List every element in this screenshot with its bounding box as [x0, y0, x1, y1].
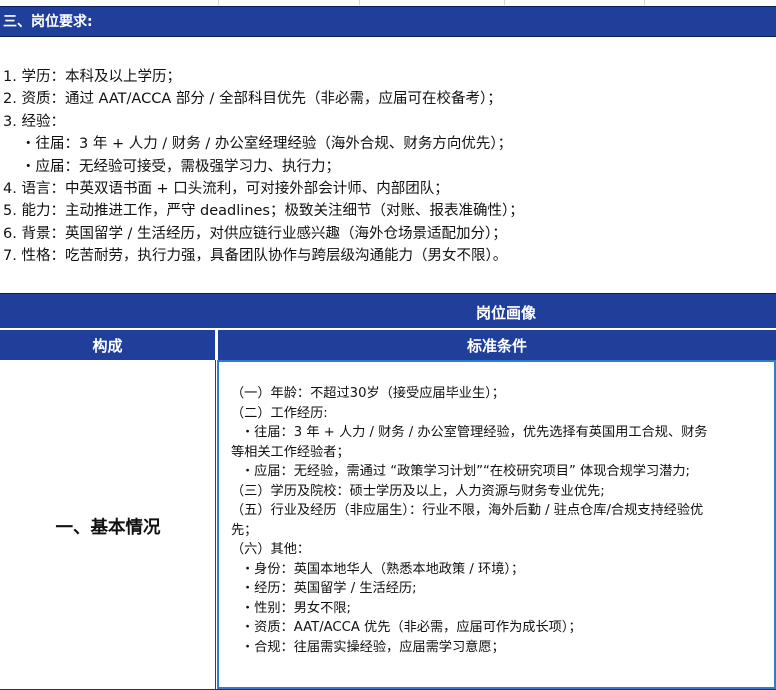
table-title: 岗位画像	[476, 304, 537, 322]
criteria-line: 等相关工作经验者；	[231, 444, 350, 460]
table-header-row: 构成 标准条件	[0, 328, 776, 360]
requirement-item: 3. 经验：	[3, 113, 65, 130]
requirements-list: 1. 学历：本科及以上学历； 2. 资质：通过 AAT/ACCA 部分 / 全部…	[3, 66, 773, 268]
criteria-line: （一）年龄：不超过30岁（接受应届毕业生）；	[231, 386, 505, 401]
criteria-line: ・往届：3 年 + 人力 / 财务 / 办公室管理经验，优先选择有英国用工合规、…	[241, 425, 708, 440]
section-header: 三、岗位要求:	[0, 6, 776, 37]
criteria-line: ・身份：英国本地华人（熟悉本地政策 / 环境）；	[241, 561, 525, 577]
row-label-cell[interactable]: 一、基本情况	[0, 360, 216, 690]
criteria-line: （六）其他：	[231, 542, 311, 557]
section-title: 三、岗位要求:	[3, 14, 93, 30]
column-header-composition: 构成	[92, 337, 123, 355]
criteria-line: ・性别：男女不限;	[241, 600, 351, 616]
criteria-line: ・资质：AAT/ACCA 优先（非必需，应届可作为成长项）；	[241, 620, 582, 635]
requirement-item: 6. 背景：英国留学 / 生活经历，对供应链行业感兴趣（海外仓场景适配加分）；	[3, 225, 507, 242]
criteria-line: （三）学历及院校：硕士学历及以上，人力资源与财务专业优先;	[231, 483, 605, 499]
requirement-item: 1. 学历：本科及以上学历；	[3, 69, 181, 85]
criteria-text: （一）年龄：不超过30岁（接受应届毕业生）； （二）工作经历: ・往届：3 年 …	[231, 384, 766, 657]
criteria-line: ・应届：无经验，需通过 “政策学习计划”“在校研究项目” 体现合规学习潜力;	[241, 464, 690, 479]
criteria-line: ・合规：往届需实操经验，应届需学习意愿；	[241, 639, 505, 655]
table-title-bar: 岗位画像	[0, 293, 776, 328]
spreadsheet-gridlines	[0, 0, 776, 5]
requirement-subitem: ・往届：3 年 + 人力 / 财务 / 办公室经理经验（海外合规、财务方向优先）…	[21, 136, 513, 153]
requirement-item: 5. 能力：主动推进工作，严守 deadlines；极致关注细节（对账、报表准确…	[3, 203, 524, 220]
criteria-line: （二）工作经历:	[231, 405, 328, 421]
criteria-cell[interactable]: （一）年龄：不超过30岁（接受应届毕业生）； （二）工作经历: ・往届：3 年 …	[217, 360, 776, 689]
criteria-line: 先；	[231, 522, 258, 538]
row-label: 一、基本情况	[55, 518, 161, 538]
column-header-criteria: 标准条件	[466, 337, 527, 355]
criteria-line: （五）行业及经历（非应届生）：行业不限，海外后勤 / 驻点仓库/合规支持经验优	[231, 503, 704, 518]
requirement-item: 2. 资质：通过 AAT/ACCA 部分 / 全部科目优先（非必需，应届可在校备…	[3, 91, 502, 108]
criteria-line: ・经历：英国留学 / 生活经历;	[241, 581, 417, 596]
requirement-item: 7. 性格：吃苦耐劳，执行力强，具备团队协作与跨层级沟通能力（男女不限）。	[3, 248, 508, 265]
requirement-subitem: ・应届：无经验可接受，需极强学习力、执行力；	[21, 158, 340, 175]
requirement-item: 4. 语言：中英双语书面 + 口头流利，可对接外部会计师、内部团队；	[3, 181, 449, 198]
